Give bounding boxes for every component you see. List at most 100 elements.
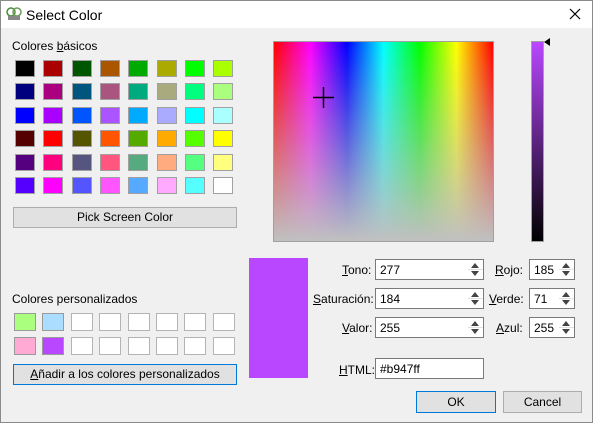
basic-color-swatch[interactable]: [213, 60, 234, 77]
custom-color-swatch[interactable]: [184, 313, 207, 331]
basic-color-swatch[interactable]: [184, 83, 205, 101]
custom-color-swatch[interactable]: [212, 337, 235, 355]
custom-color-swatch[interactable]: [14, 313, 36, 331]
html-color-input[interactable]: #b947ff: [375, 358, 484, 379]
basic-color-swatch[interactable]: [15, 106, 35, 124]
basic-color-swatch[interactable]: [128, 83, 149, 101]
basic-color-swatch[interactable]: [99, 130, 120, 148]
basic-color-swatch[interactable]: [156, 60, 177, 77]
custom-color-swatch[interactable]: [127, 313, 150, 331]
rojo-spinbox[interactable]: 185: [529, 259, 575, 280]
valor-label: Valor:: [342, 321, 373, 335]
basic-color-swatch[interactable]: [184, 153, 205, 171]
basic-color-swatch[interactable]: [128, 60, 149, 77]
basic-color-swatch[interactable]: [128, 130, 149, 148]
cancel-button[interactable]: Cancel: [503, 391, 582, 413]
spin-down-icon[interactable]: [471, 271, 479, 276]
basic-color-swatch[interactable]: [128, 153, 149, 171]
ok-button[interactable]: OK: [416, 391, 496, 413]
basic-color-swatch[interactable]: [99, 153, 120, 171]
basic-color-swatch[interactable]: [213, 83, 234, 101]
color-dialog: Select Color Colores básicos Pick Screen…: [0, 0, 593, 423]
spin-down-icon[interactable]: [562, 300, 570, 305]
basic-color-swatch[interactable]: [213, 130, 234, 148]
basic-color-swatch[interactable]: [213, 177, 234, 194]
basic-color-swatch[interactable]: [43, 177, 64, 194]
basic-color-swatch[interactable]: [71, 83, 92, 101]
saturacion-spinbox[interactable]: 184: [375, 288, 484, 309]
custom-color-swatch[interactable]: [99, 337, 122, 355]
basic-color-swatch[interactable]: [156, 153, 177, 171]
title-bar: Select Color: [1, 1, 592, 28]
basic-color-swatch[interactable]: [184, 130, 205, 148]
pick-screen-color-button[interactable]: Pick Screen Color: [13, 207, 237, 228]
basic-color-swatch[interactable]: [213, 106, 234, 124]
custom-color-swatch[interactable]: [156, 337, 178, 355]
basic-color-swatch[interactable]: [213, 153, 234, 171]
custom-color-swatch[interactable]: [42, 313, 65, 331]
basic-color-swatch[interactable]: [156, 106, 177, 124]
spin-up-icon[interactable]: [562, 263, 570, 268]
basic-color-swatch[interactable]: [15, 177, 35, 194]
close-icon[interactable]: [561, 3, 589, 25]
add-custom-color-button[interactable]: Añadir a los colores personalizados: [13, 364, 237, 385]
basic-color-swatch[interactable]: [15, 60, 35, 77]
spin-up-icon[interactable]: [562, 292, 570, 297]
basic-color-swatch[interactable]: [99, 106, 120, 124]
basic-color-swatch[interactable]: [184, 60, 205, 77]
custom-color-swatch[interactable]: [127, 337, 150, 355]
saturacion-label: Saturación:: [313, 292, 374, 306]
basic-color-swatch[interactable]: [71, 60, 92, 77]
basic-color-swatch[interactable]: [43, 130, 64, 148]
spin-down-icon[interactable]: [562, 271, 570, 276]
basic-color-swatch[interactable]: [15, 153, 35, 171]
basic-color-swatch[interactable]: [128, 177, 149, 194]
custom-color-swatch[interactable]: [184, 337, 207, 355]
basic-color-swatch[interactable]: [43, 83, 64, 101]
value-slider-handle-icon[interactable]: [544, 38, 550, 46]
hue-saturation-picker[interactable]: [273, 41, 494, 242]
custom-color-swatch[interactable]: [70, 337, 93, 355]
basic-color-swatch[interactable]: [156, 83, 177, 101]
basic-color-swatch[interactable]: [99, 83, 120, 101]
basic-color-swatch[interactable]: [99, 60, 120, 77]
custom-colors-label: Colores personalizados: [12, 292, 138, 306]
spin-up-icon[interactable]: [471, 321, 479, 326]
valor-spinbox[interactable]: 255: [375, 317, 484, 338]
spin-down-icon[interactable]: [471, 300, 479, 305]
basic-colors-label: Colores básicos: [12, 39, 98, 53]
basic-color-swatch[interactable]: [15, 130, 35, 148]
custom-color-swatch[interactable]: [14, 337, 36, 355]
basic-color-swatch[interactable]: [43, 106, 64, 124]
basic-color-swatch[interactable]: [184, 177, 205, 194]
basic-color-swatch[interactable]: [43, 153, 64, 171]
spin-down-icon[interactable]: [471, 329, 479, 334]
spin-down-icon[interactable]: [562, 329, 570, 334]
custom-color-swatch[interactable]: [212, 313, 235, 331]
custom-color-swatch[interactable]: [99, 313, 122, 331]
verde-label: Verde:: [489, 292, 524, 306]
basic-color-swatch[interactable]: [43, 60, 64, 77]
spin-up-icon[interactable]: [471, 292, 479, 297]
azul-label: Azul:: [496, 321, 523, 335]
custom-color-swatch[interactable]: [156, 313, 178, 331]
basic-color-swatch[interactable]: [184, 106, 205, 124]
basic-color-swatch[interactable]: [71, 106, 92, 124]
basic-color-swatch[interactable]: [156, 130, 177, 148]
window-title: Select Color: [26, 7, 103, 23]
basic-color-swatch[interactable]: [71, 130, 92, 148]
basic-color-swatch[interactable]: [71, 177, 92, 194]
spin-up-icon[interactable]: [471, 263, 479, 268]
value-slider[interactable]: [531, 41, 544, 242]
spin-up-icon[interactable]: [562, 321, 570, 326]
basic-color-swatch[interactable]: [156, 177, 177, 194]
basic-color-swatch[interactable]: [71, 153, 92, 171]
tono-spinbox[interactable]: 277: [375, 259, 484, 280]
verde-spinbox[interactable]: 71: [529, 288, 575, 309]
basic-color-swatch[interactable]: [128, 106, 149, 124]
basic-color-swatch[interactable]: [15, 83, 35, 101]
azul-spinbox[interactable]: 255: [529, 317, 575, 338]
custom-color-swatch[interactable]: [42, 337, 65, 355]
custom-color-swatch[interactable]: [70, 313, 93, 331]
basic-color-swatch[interactable]: [99, 177, 120, 194]
